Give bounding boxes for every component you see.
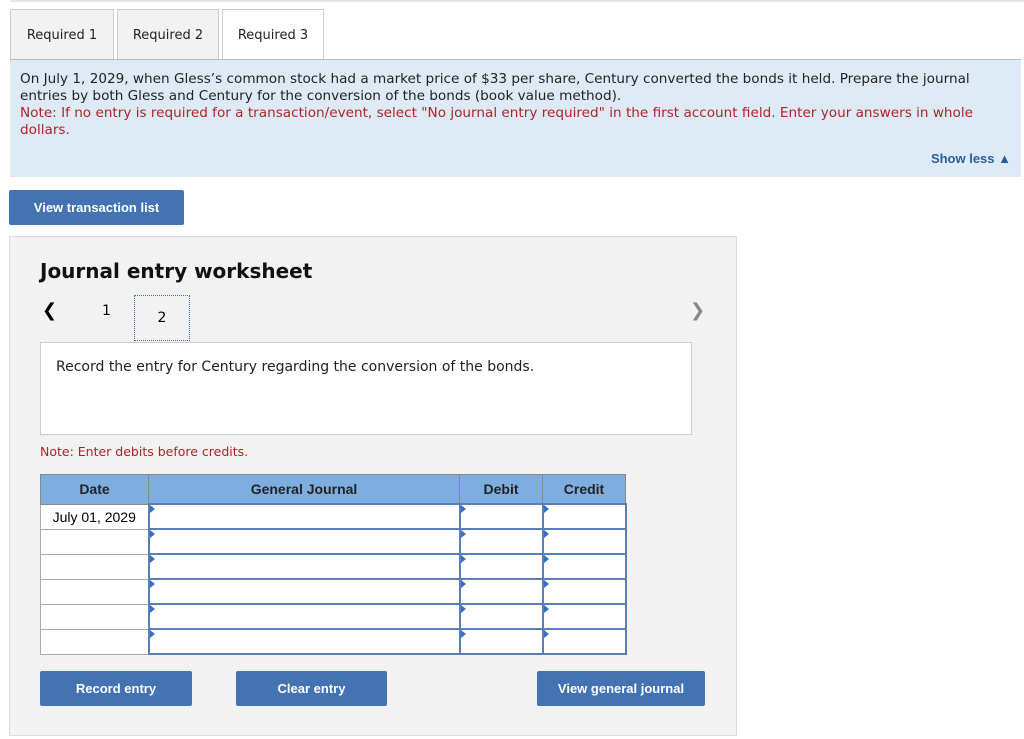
clear-entry-button[interactable]: Clear entry: [236, 671, 387, 706]
view-transaction-list-button[interactable]: View transaction list: [9, 190, 184, 225]
tab-bar: Required 1 Required 2 Required 3: [10, 9, 327, 61]
view-general-journal-button[interactable]: View general journal: [537, 671, 705, 706]
column-date: Date: [40, 474, 149, 505]
chevron-left-icon[interactable]: ❮: [42, 300, 57, 321]
credit-input[interactable]: [541, 603, 627, 630]
question-box: Record the entry for Century regarding t…: [40, 342, 692, 435]
account-input[interactable]: [147, 503, 461, 530]
debit-input[interactable]: [458, 503, 544, 530]
account-input[interactable]: [147, 553, 461, 580]
debit-input[interactable]: [458, 603, 544, 630]
account-input[interactable]: [147, 578, 461, 605]
page-2[interactable]: 2: [134, 295, 190, 341]
date-cell: [40, 578, 149, 605]
date-cell: [40, 553, 149, 580]
debit-input[interactable]: [458, 528, 544, 555]
tab-required-1[interactable]: Required 1: [10, 9, 114, 60]
table-row: [40, 578, 627, 605]
date-cell: [40, 603, 149, 630]
debits-note: Note: Enter debits before credits.: [40, 444, 249, 459]
credit-input[interactable]: [541, 528, 627, 555]
table-row: [40, 628, 627, 655]
top-divider: [10, 0, 1024, 2]
record-entry-button[interactable]: Record entry: [40, 671, 192, 706]
date-cell: July 01, 2029: [40, 503, 149, 530]
date-cell: [40, 528, 149, 555]
account-input[interactable]: [147, 603, 461, 630]
debit-input[interactable]: [458, 628, 544, 655]
credit-input[interactable]: [541, 553, 627, 580]
column-credit: Credit: [542, 474, 626, 505]
worksheet-title: Journal entry worksheet: [40, 259, 313, 283]
show-less-link[interactable]: Show less ▲: [931, 150, 1011, 167]
page-1[interactable]: 1: [102, 303, 111, 319]
instructions-note: Note: If no entry is required for a tran…: [20, 105, 974, 138]
debit-input[interactable]: [458, 578, 544, 605]
journal-entry-worksheet: Journal entry worksheet ❮ 1 2 ❯ Record t…: [9, 236, 737, 736]
date-cell: [40, 628, 149, 655]
table-row: July 01, 2029: [40, 503, 627, 530]
column-general-journal: General Journal: [148, 474, 460, 505]
tab-required-2[interactable]: Required 2: [117, 9, 219, 60]
table-row: [40, 603, 627, 630]
account-input[interactable]: [147, 628, 461, 655]
table-header: Date General Journal Debit Credit: [40, 474, 626, 505]
instructions-text: On July 1, 2029, when Gless’s common sto…: [20, 71, 970, 104]
chevron-right-icon[interactable]: ❯: [690, 300, 705, 321]
column-debit: Debit: [459, 474, 543, 505]
table-row: [40, 528, 627, 555]
credit-input[interactable]: [541, 503, 627, 530]
credit-input[interactable]: [541, 628, 627, 655]
instructions-panel: On July 1, 2029, when Gless’s common sto…: [10, 60, 1021, 177]
table-row: [40, 553, 627, 580]
account-input[interactable]: [147, 528, 461, 555]
tab-required-3[interactable]: Required 3: [222, 9, 324, 61]
debit-input[interactable]: [458, 553, 544, 580]
credit-input[interactable]: [541, 578, 627, 605]
journal-table: Date General Journal Debit Credit July 0…: [40, 474, 627, 655]
